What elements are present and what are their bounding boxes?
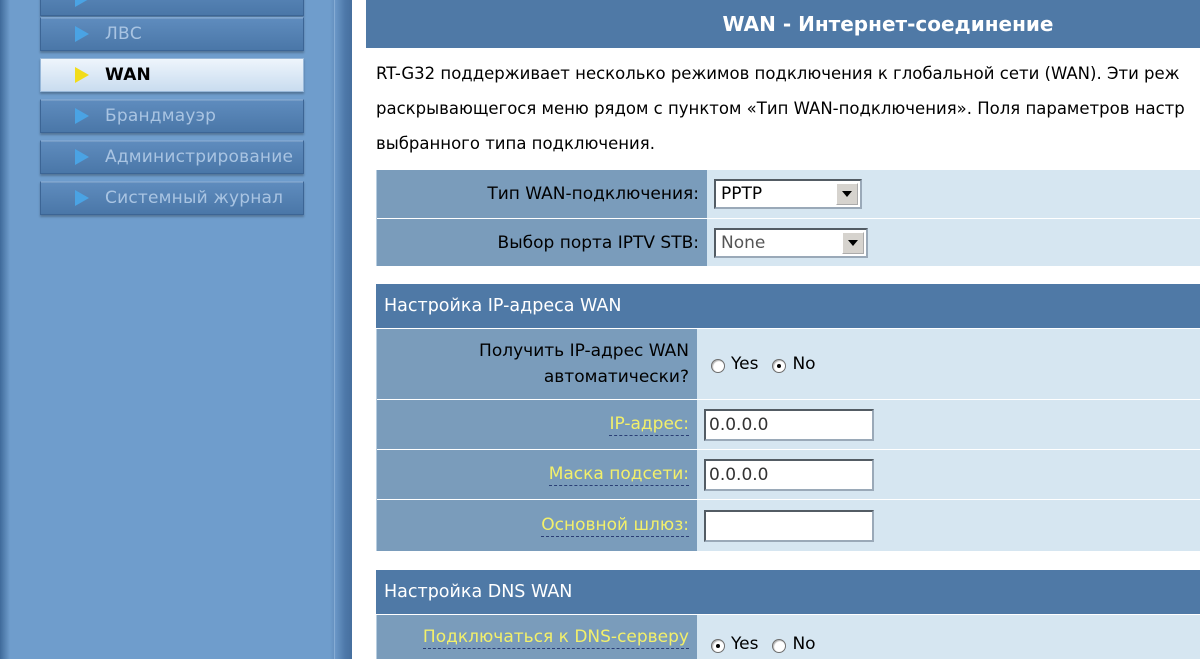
arrow-right-icon bbox=[75, 108, 89, 124]
iptv-port-row: Выбор порта IPTV STB: None bbox=[377, 218, 1200, 266]
auto-ip-yes-radio[interactable] bbox=[711, 359, 725, 373]
ip-address-row: IP-адрес: 0.0.0.0 bbox=[377, 399, 1200, 449]
sidebar-nav: ЛВС WAN Брандмауэр Администрирование Сис… bbox=[0, 0, 352, 659]
auto-ip-label: Получить IP-адрес WAN автоматически? bbox=[377, 329, 697, 399]
description-line: RT-G32 поддерживает несколько режимов по… bbox=[376, 64, 1180, 83]
page-description: RT-G32 поддерживает несколько режимов по… bbox=[376, 56, 1200, 161]
subnet-mask-row: Маска подсети: 0.0.0.0 bbox=[377, 449, 1200, 499]
gateway-input[interactable] bbox=[704, 509, 874, 542]
chevron-down-icon[interactable] bbox=[842, 231, 864, 254]
ip-address-label[interactable]: IP-адрес: bbox=[377, 400, 697, 449]
dns-auto-row: Подключаться к DNS-серверу Yes No bbox=[377, 615, 1200, 659]
subnet-mask-input[interactable]: 0.0.0.0 bbox=[704, 458, 874, 491]
sidebar-item-label: Брандмауэр bbox=[105, 106, 217, 126]
sidebar-item-system-log[interactable]: Системный журнал bbox=[40, 181, 304, 215]
dns-auto-cell: Yes No bbox=[697, 615, 1200, 659]
wan-dns-section-header: Настройка DNS WAN bbox=[376, 570, 1200, 614]
sidebar-item-wan[interactable]: WAN bbox=[40, 58, 304, 92]
wan-type-label: Тип WAN-подключения: bbox=[377, 170, 707, 218]
page-title-bar: WAN - Интернет-соединение bbox=[366, 0, 1200, 48]
sidebar-item-administration[interactable]: Администрирование bbox=[40, 140, 304, 174]
subnet-mask-label[interactable]: Маска подсети: bbox=[377, 450, 697, 499]
auto-ip-label-line: автоматически? bbox=[543, 367, 689, 387]
dns-auto-label[interactable]: Подключаться к DNS-серверу bbox=[377, 615, 697, 659]
auto-ip-cell: Yes No bbox=[697, 329, 1200, 399]
auto-ip-no-radio[interactable] bbox=[772, 359, 787, 373]
wan-ip-panel: Получить IP-адрес WAN автоматически? Yes… bbox=[376, 329, 1200, 551]
sidebar-item-label: WAN bbox=[105, 65, 151, 85]
wan-type-cell: PPTP bbox=[707, 170, 1200, 218]
section-title: Настройка IP-адреса WAN bbox=[384, 296, 622, 316]
sidebar-item-lan[interactable]: ЛВС bbox=[40, 17, 304, 51]
wan-type-row: Тип WAN-подключения: PPTP bbox=[377, 170, 1200, 218]
subnet-mask-cell: 0.0.0.0 bbox=[697, 450, 1200, 499]
gateway-label-text[interactable]: Основной шлюз: bbox=[541, 515, 689, 537]
arrow-right-icon bbox=[75, 0, 89, 7]
radio-label: Yes bbox=[731, 354, 759, 374]
subnet-mask-label-text[interactable]: Маска подсети: bbox=[548, 464, 689, 486]
gateway-label[interactable]: Основной шлюз: bbox=[377, 500, 697, 551]
ip-address-cell: 0.0.0.0 bbox=[697, 400, 1200, 449]
auto-ip-label-line: Получить IP-адрес WAN bbox=[479, 341, 689, 361]
description-line: выбранного типа подключения. bbox=[376, 134, 655, 153]
sidebar-edge bbox=[0, 0, 10, 659]
auto-ip-radio-group: Yes No bbox=[703, 354, 830, 374]
description-line: раскрывающегося меню рядом с пунктом «Ти… bbox=[376, 99, 1185, 118]
main-content: WAN - Интернет-соединение RT-G32 поддерж… bbox=[366, 0, 1200, 659]
wan-ip-section-header: Настройка IP-адреса WAN bbox=[376, 284, 1200, 328]
iptv-port-cell: None bbox=[707, 219, 1200, 266]
sidebar-item-label: Администрирование bbox=[105, 147, 294, 167]
sidebar-item-label: Системный журнал bbox=[105, 188, 284, 208]
arrow-right-icon bbox=[75, 149, 89, 165]
sidebar-scroll-strip bbox=[334, 0, 352, 659]
arrow-right-icon bbox=[75, 190, 89, 206]
section-title: Настройка DNS WAN bbox=[384, 582, 573, 602]
chevron-down-icon[interactable] bbox=[836, 183, 858, 205]
ip-address-input[interactable]: 0.0.0.0 bbox=[704, 408, 874, 441]
ip-address-label-text[interactable]: IP-адрес: bbox=[609, 414, 689, 436]
page-title: WAN - Интернет-соединение bbox=[722, 12, 1054, 36]
sidebar-item-firewall[interactable]: Брандмауэр bbox=[40, 99, 304, 133]
dns-auto-radio-group: Yes No bbox=[703, 634, 830, 654]
radio-label: No bbox=[792, 354, 816, 374]
gateway-row: Основной шлюз: bbox=[377, 499, 1200, 551]
wan-type-select[interactable]: PPTP bbox=[714, 179, 862, 209]
arrow-right-icon bbox=[75, 26, 89, 42]
wan-dns-panel: Подключаться к DNS-серверу Yes No bbox=[376, 615, 1200, 659]
wan-type-value: PPTP bbox=[721, 184, 763, 204]
auto-ip-row: Получить IP-адрес WAN автоматически? Yes… bbox=[377, 329, 1200, 399]
dns-auto-label-text[interactable]: Подключаться к DNS-серверу bbox=[422, 627, 689, 649]
arrow-right-icon bbox=[75, 67, 89, 83]
radio-label: No bbox=[792, 634, 816, 654]
dns-auto-yes-radio[interactable] bbox=[711, 639, 725, 653]
gateway-cell bbox=[697, 500, 1200, 551]
sidebar-item-label: ЛВС bbox=[105, 24, 142, 44]
sidebar-item-partial[interactable] bbox=[40, 0, 304, 16]
dns-auto-no-radio[interactable] bbox=[772, 639, 787, 653]
radio-label: Yes bbox=[731, 634, 759, 654]
connection-type-panel: Тип WAN-подключения: PPTP Выбор порта IP… bbox=[376, 170, 1200, 266]
iptv-port-value: None bbox=[721, 232, 766, 253]
iptv-port-label: Выбор порта IPTV STB: bbox=[377, 219, 707, 266]
iptv-port-select[interactable]: None bbox=[714, 227, 868, 258]
